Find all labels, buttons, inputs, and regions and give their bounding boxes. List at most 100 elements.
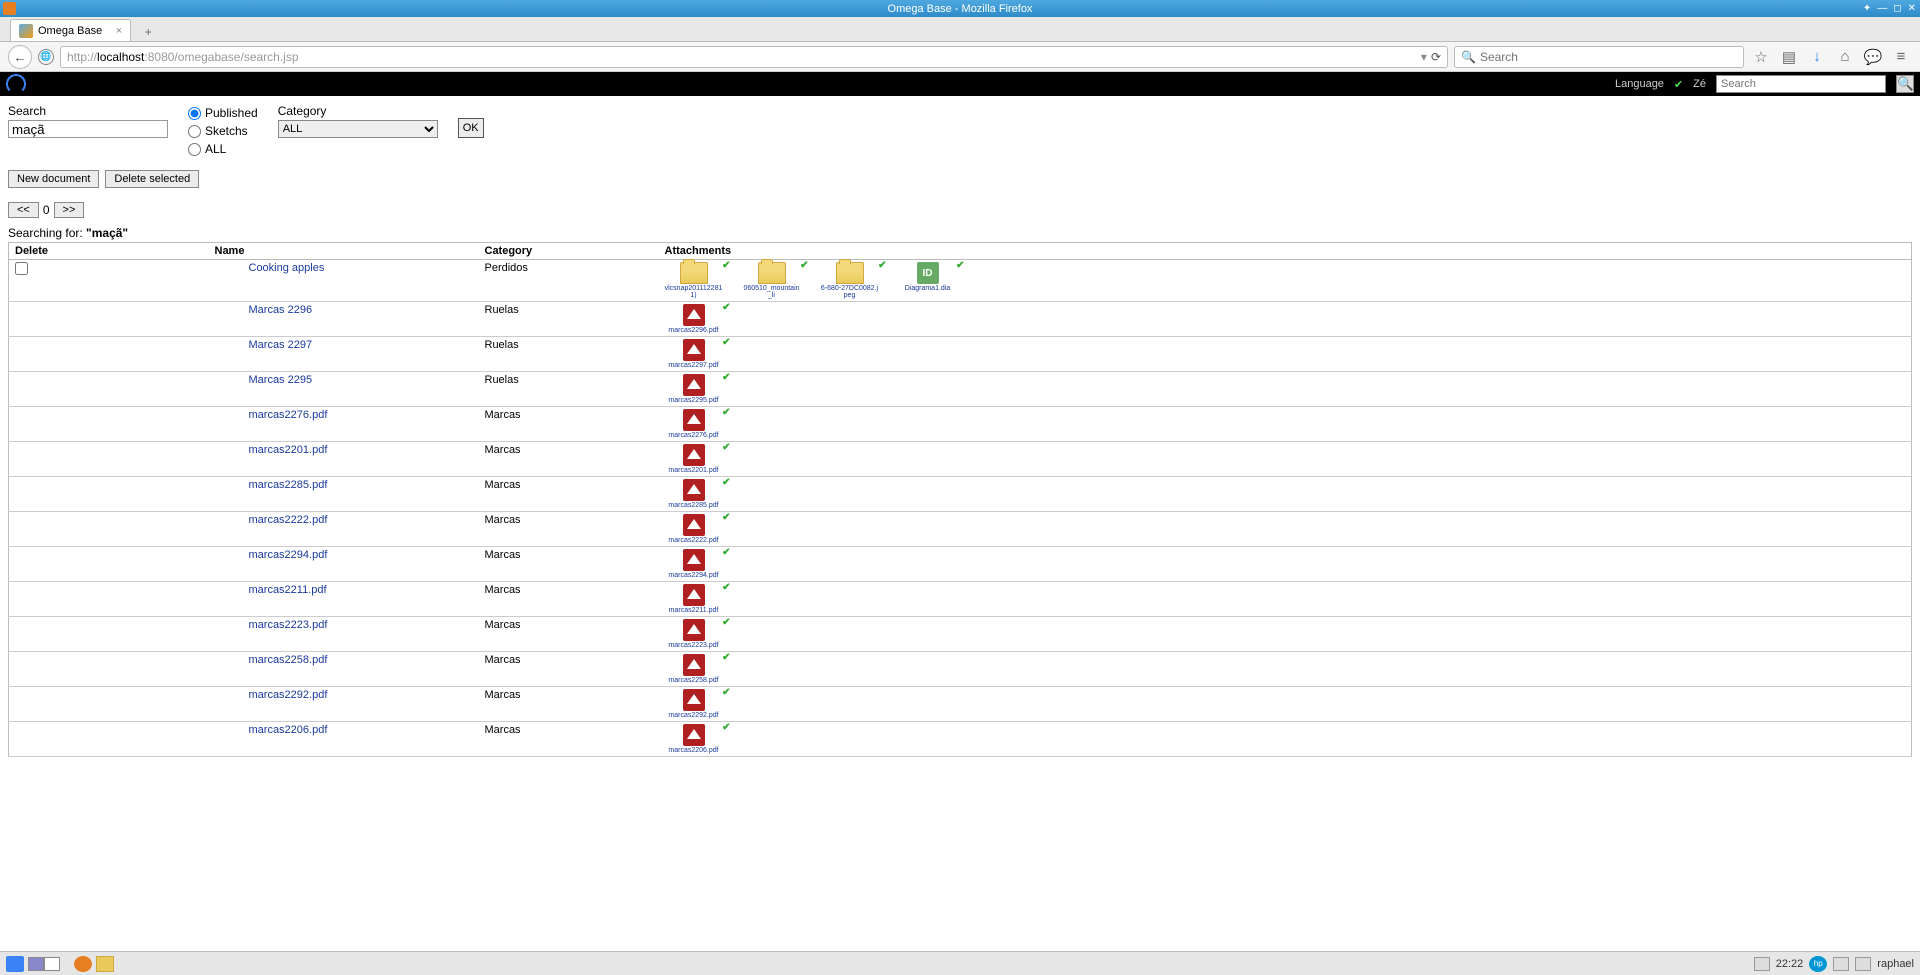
app-search-button[interactable]: 🔍 <box>1896 75 1914 93</box>
col-category: Category <box>479 243 659 260</box>
attachment-item[interactable]: ✔marcas2258.pdf <box>665 654 723 684</box>
attachment-item[interactable]: ✔marcas2223.pdf <box>665 619 723 649</box>
taskbar-firefox-icon[interactable] <box>74 956 92 972</box>
tab-bar: Omega Base × + <box>0 17 1920 42</box>
back-button[interactable]: ← <box>8 45 32 69</box>
attachment-item[interactable]: ✔marcas2276.pdf <box>665 409 723 439</box>
attachment-label: 060510_mountain_li <box>743 285 801 299</box>
attachment-label: marcas2294.pdf <box>668 572 718 579</box>
address-bar[interactable]: http:// localhost :8080/omegabase/search… <box>60 46 1448 68</box>
category-select[interactable]: ALL <box>278 120 438 138</box>
workspace-switcher[interactable] <box>28 957 60 971</box>
attachment-item[interactable]: ✔marcas2285.pdf <box>665 479 723 509</box>
browser-search-box[interactable]: 🔍 <box>1454 46 1744 68</box>
tray-item[interactable] <box>1855 957 1871 971</box>
check-icon: ✔ <box>722 547 730 558</box>
window-close-icon[interactable]: ✕ <box>1908 3 1916 14</box>
browser-search-input[interactable] <box>1480 50 1737 64</box>
pdf-icon <box>683 724 705 746</box>
row-name-link[interactable]: Marcas 2296 <box>249 304 313 316</box>
pdf-icon <box>683 549 705 571</box>
row-name-link[interactable]: marcas2222.pdf <box>249 514 328 526</box>
close-tab-icon[interactable]: × <box>116 25 122 37</box>
radio-all[interactable] <box>188 143 201 156</box>
attachment-item[interactable]: ✔IDDiagrama1.dia <box>899 262 957 292</box>
tray-item[interactable] <box>1833 957 1849 971</box>
attachment-item[interactable]: ✔marcas2294.pdf <box>665 549 723 579</box>
check-icon: ✔ <box>800 260 808 271</box>
check-icon: ✔ <box>722 302 730 313</box>
pager-prev-button[interactable]: << <box>8 202 39 218</box>
language-link[interactable]: Language <box>1615 78 1664 90</box>
favicon-icon <box>19 24 33 38</box>
attachment-item[interactable]: ✔060510_mountain_li <box>743 262 801 299</box>
menu-icon[interactable]: ≡ <box>1890 48 1912 65</box>
window-minimize-icon[interactable]: — <box>1877 3 1887 14</box>
radio-published[interactable] <box>188 107 201 120</box>
attachment-item[interactable]: ✔marcas2295.pdf <box>665 374 723 404</box>
attachment-label: marcas2285.pdf <box>668 502 718 509</box>
attachment-item[interactable]: ✔vlcsnap2011122811) <box>665 262 723 299</box>
app-search-input[interactable] <box>1716 75 1886 93</box>
download-icon[interactable]: ↓ <box>1806 48 1828 65</box>
row-category: Marcas <box>479 442 659 477</box>
chat-icon[interactable]: 💬 <box>1862 48 1884 66</box>
tray-item[interactable] <box>1754 957 1770 971</box>
start-button[interactable] <box>6 956 24 972</box>
bookmark-icon[interactable]: ☆ <box>1750 48 1772 66</box>
row-name-link[interactable]: Cooking apples <box>249 262 325 274</box>
table-row: marcas2276.pdfMarcas✔marcas2276.pdf <box>9 407 1912 442</box>
search-input[interactable] <box>8 120 168 138</box>
attachment-item[interactable]: ✔marcas2222.pdf <box>665 514 723 544</box>
row-name-link[interactable]: marcas2201.pdf <box>249 444 328 456</box>
table-row: Marcas 2297Ruelas✔marcas2297.pdf <box>9 337 1912 372</box>
row-name-link[interactable]: marcas2206.pdf <box>249 724 328 736</box>
attachment-item[interactable]: ✔6-680-27DC0082.jpeg <box>821 262 879 299</box>
attachment-item[interactable]: ✔marcas2206.pdf <box>665 724 723 754</box>
pager-next-button[interactable]: >> <box>54 202 85 218</box>
row-name-link[interactable]: Marcas 2295 <box>249 374 313 386</box>
taskbar-filemanager-icon[interactable] <box>96 956 114 972</box>
attachment-row: ✔marcas2223.pdf <box>665 619 1906 649</box>
row-name-link[interactable]: marcas2292.pdf <box>249 689 328 701</box>
window-pin-icon[interactable]: ✦ <box>1863 3 1871 14</box>
attachment-item[interactable]: ✔marcas2292.pdf <box>665 689 723 719</box>
attachment-item[interactable]: ✔marcas2211.pdf <box>665 584 723 614</box>
row-name-link[interactable]: marcas2223.pdf <box>249 619 328 631</box>
table-row: marcas2201.pdf Marcas✔marcas2201.pdf <box>9 442 1912 477</box>
taskbar: 22:22 hp raphael <box>0 951 1920 975</box>
reload-icon[interactable]: ⟳ <box>1431 50 1441 64</box>
browser-tab[interactable]: Omega Base × <box>10 19 131 41</box>
window-maximize-icon[interactable]: ◻ <box>1893 3 1901 14</box>
category-label: Category <box>278 104 438 118</box>
home-icon[interactable]: ⌂ <box>1834 48 1856 65</box>
row-name-link[interactable]: marcas2276.pdf <box>249 409 328 421</box>
col-attachments: Attachments <box>659 243 1912 260</box>
attachment-row: ✔marcas2206.pdf <box>665 724 1906 754</box>
category-field: Category ALL <box>278 104 438 138</box>
row-name-link[interactable]: marcas2285.pdf <box>249 479 328 491</box>
username-label[interactable]: Zé <box>1693 78 1706 90</box>
row-name-link[interactable]: marcas2294.pdf <box>249 549 328 561</box>
delete-selected-button[interactable]: Delete selected <box>105 170 199 188</box>
row-name-link[interactable]: Marcas 2297 <box>249 339 313 351</box>
attachment-item[interactable]: ✔marcas2297.pdf <box>665 339 723 369</box>
new-tab-button[interactable]: + <box>137 23 159 41</box>
new-document-button[interactable]: New document <box>8 170 99 188</box>
attachment-row: ✔vlcsnap2011122811)✔060510_mountain_li✔6… <box>665 262 1906 299</box>
folder-icon <box>680 262 708 284</box>
url-dropdown-icon[interactable]: ▾ <box>1421 50 1427 64</box>
radio-sketchs[interactable] <box>188 125 201 138</box>
attachment-item[interactable]: ✔marcas2296.pdf <box>665 304 723 334</box>
row-name-link[interactable]: marcas2211.pdf <box>249 584 327 596</box>
search-label: Search <box>8 104 168 118</box>
row-category: Ruelas <box>479 302 659 337</box>
attachment-label: marcas2223.pdf <box>668 642 718 649</box>
omega-logo-icon[interactable] <box>6 74 26 94</box>
hp-icon[interactable]: hp <box>1809 956 1827 972</box>
reading-list-icon[interactable]: ▤ <box>1778 48 1800 66</box>
attachment-item[interactable]: ✔marcas2201.pdf <box>665 444 723 474</box>
row-name-link[interactable]: marcas2258.pdf <box>249 654 328 666</box>
row-checkbox[interactable] <box>15 262 28 275</box>
ok-button[interactable]: OK <box>458 118 484 138</box>
